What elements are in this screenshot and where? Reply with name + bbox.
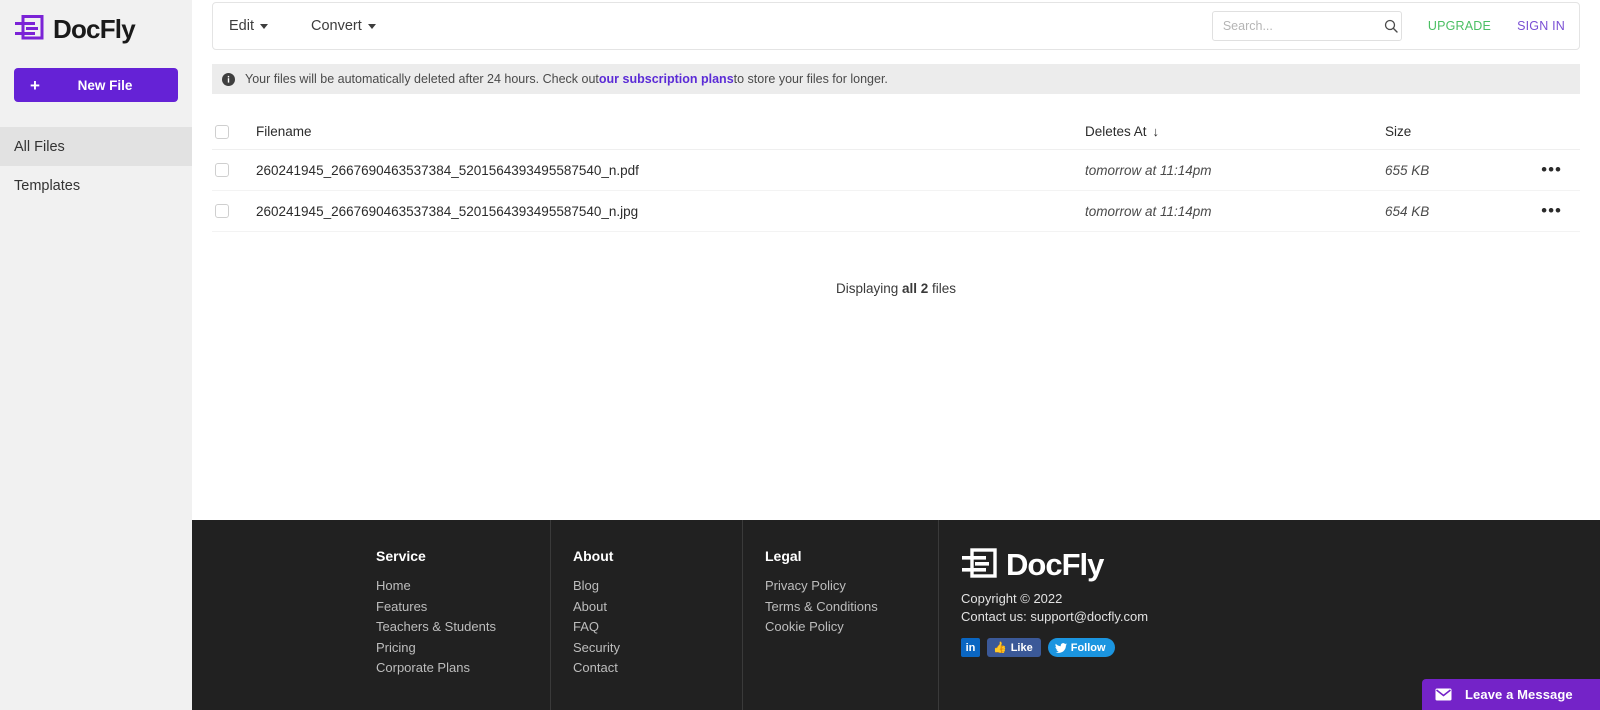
facebook-like-button[interactable]: 👍 Like: [987, 638, 1041, 657]
docfly-logo-icon: [14, 15, 44, 43]
files-table: Filename Deletes At ↓ Size 260241945_2667…: [212, 114, 1580, 296]
chevron-down-icon: [367, 23, 376, 29]
select-all-checkbox[interactable]: [215, 124, 229, 139]
footer-column-legal: Legal Privacy Policy Terms & Conditions …: [742, 520, 938, 710]
plus-icon: +: [30, 75, 40, 95]
table-header-row: Filename Deletes At ↓ Size: [212, 114, 1580, 150]
footer-link-privacy-policy[interactable]: Privacy Policy: [765, 576, 938, 597]
docfly-logo-icon: [961, 548, 997, 581]
search-input[interactable]: [1222, 19, 1384, 33]
column-deletes-at[interactable]: Deletes At ↓: [1085, 124, 1385, 139]
footer-link-terms-conditions[interactable]: Terms & Conditions: [765, 597, 938, 618]
footer-brand-block: DocFly Copyright © 2022 Contact us: supp…: [938, 520, 1268, 710]
footer-copyright: Copyright © 2022: [961, 591, 1063, 606]
menu-convert-label: Convert: [311, 18, 362, 34]
sidebar-item-label: Templates: [14, 177, 81, 194]
footer-link-pricing[interactable]: Pricing: [376, 638, 550, 659]
summary-suffix: files: [928, 281, 957, 296]
linkedin-icon[interactable]: in: [961, 638, 980, 657]
sign-in-link[interactable]: SIGN IN: [1517, 19, 1565, 33]
files-count-summary: Displaying all 2 files: [212, 281, 1580, 296]
menu-edit-label: Edit: [229, 18, 254, 34]
retention-banner: Your files will be automatically deleted…: [212, 64, 1580, 94]
footer-link-home[interactable]: Home: [376, 576, 550, 597]
leave-a-message-label: Leave a Message: [1465, 687, 1573, 702]
cell-filename[interactable]: 260241945_2667690463537384_5201564393495…: [256, 163, 1085, 178]
row-select-cell: [212, 163, 256, 177]
footer-brand-name: DocFly: [1006, 547, 1104, 582]
column-size[interactable]: Size: [1385, 124, 1525, 139]
site-footer: Service Home Features Teachers & Student…: [192, 520, 1600, 710]
cell-deletes-at: tomorrow at 11:14pm: [1085, 162, 1212, 178]
row-actions-cell: •••: [1525, 202, 1580, 219]
subscription-plans-link[interactable]: our subscription plans: [599, 72, 734, 86]
footer-link-faq[interactable]: FAQ: [573, 617, 742, 638]
toolbar: Edit Convert Search... UPGRADE SIGN IN: [212, 2, 1580, 50]
footer-heading: Legal: [765, 548, 802, 564]
footer-link-blog[interactable]: Blog: [573, 576, 742, 597]
cell-filename[interactable]: 260241945_2667690463537384_5201564393495…: [256, 204, 1085, 219]
toolbar-right-group: UPGRADE SIGN IN: [1211, 11, 1579, 41]
footer-link-cookie-policy[interactable]: Cookie Policy: [765, 617, 938, 638]
row-checkbox[interactable]: [215, 204, 229, 218]
footer-column-service: Service Home Features Teachers & Student…: [354, 520, 550, 710]
facebook-like-label: Like: [1010, 641, 1033, 654]
summary-count: all 2: [901, 281, 929, 296]
table-row[interactable]: 260241945_2667690463537384_5201564393495…: [212, 191, 1580, 232]
search-icon[interactable]: [1384, 19, 1398, 33]
ellipsis-icon[interactable]: •••: [1541, 161, 1562, 178]
search-box[interactable]: [1211, 11, 1402, 41]
table-row[interactable]: 260241945_2667690463537384_5201564393495…: [212, 150, 1580, 191]
footer-heading: Service: [376, 548, 426, 564]
column-filename[interactable]: Filename: [256, 124, 1085, 139]
row-checkbox[interactable]: [215, 163, 229, 177]
banner-text-after: to store your files for longer.: [733, 72, 888, 86]
column-deletes-at-label: Deletes At: [1085, 124, 1147, 139]
new-file-button[interactable]: + New File: [14, 68, 178, 102]
ellipsis-icon[interactable]: •••: [1541, 202, 1562, 219]
envelope-icon: [1435, 688, 1452, 701]
footer-link-about[interactable]: About: [573, 597, 742, 618]
menu-edit[interactable]: Edit: [229, 18, 268, 34]
sidebar-item-templates[interactable]: Templates: [0, 166, 192, 205]
sidebar: DocFly + New File All Files Templates: [0, 0, 192, 710]
footer-heading: About: [573, 548, 614, 564]
select-all-cell: [212, 124, 256, 139]
docfly-app: DocFly + New File All Files Templates Ed…: [0, 0, 1600, 710]
cell-deletes-at: tomorrow at 11:14pm: [1085, 203, 1212, 219]
main-content: Edit Convert Search... UPGRADE SIGN IN Y…: [192, 0, 1600, 710]
sidebar-item-all-files[interactable]: All Files: [0, 127, 192, 166]
footer-link-corporate-plans[interactable]: Corporate Plans: [376, 658, 550, 679]
info-icon: [222, 72, 235, 86]
menu-convert[interactable]: Convert: [311, 18, 376, 34]
brand-logo[interactable]: DocFly: [0, 0, 192, 46]
footer-link-features[interactable]: Features: [376, 597, 550, 618]
footer-link-teachers-students[interactable]: Teachers & Students: [376, 617, 550, 638]
twitter-bird-icon: [1054, 642, 1067, 653]
brand-name: DocFly: [53, 14, 136, 44]
row-actions-cell: •••: [1525, 161, 1580, 178]
footer-link-security[interactable]: Security: [573, 638, 742, 659]
sidebar-nav: All Files Templates: [0, 127, 192, 205]
sort-descending-icon: ↓: [1152, 124, 1160, 139]
row-select-cell: [212, 204, 256, 218]
footer-logo: DocFly: [961, 548, 1268, 581]
leave-a-message-widget[interactable]: Leave a Message: [1422, 679, 1600, 710]
summary-prefix: Displaying: [835, 281, 902, 296]
footer-social-row: in 👍 Like Follow: [961, 638, 1268, 657]
footer-column-about: About Blog About FAQ Security Contact: [550, 520, 742, 710]
twitter-follow-button[interactable]: Follow: [1047, 638, 1115, 657]
cell-size: 655 KB: [1385, 162, 1430, 178]
twitter-follow-label: Follow: [1070, 641, 1106, 654]
banner-text-before: Your files will be automatically deleted…: [245, 72, 599, 86]
footer-link-contact[interactable]: Contact: [573, 658, 742, 679]
cell-size: 654 KB: [1385, 203, 1430, 219]
footer-contact: Contact us: support@docfly.com: [961, 609, 1149, 624]
chevron-down-icon: [260, 23, 268, 29]
thumbs-up-icon: 👍: [993, 642, 1007, 654]
sidebar-item-label: All Files: [14, 138, 65, 155]
upgrade-link[interactable]: UPGRADE: [1428, 19, 1491, 33]
